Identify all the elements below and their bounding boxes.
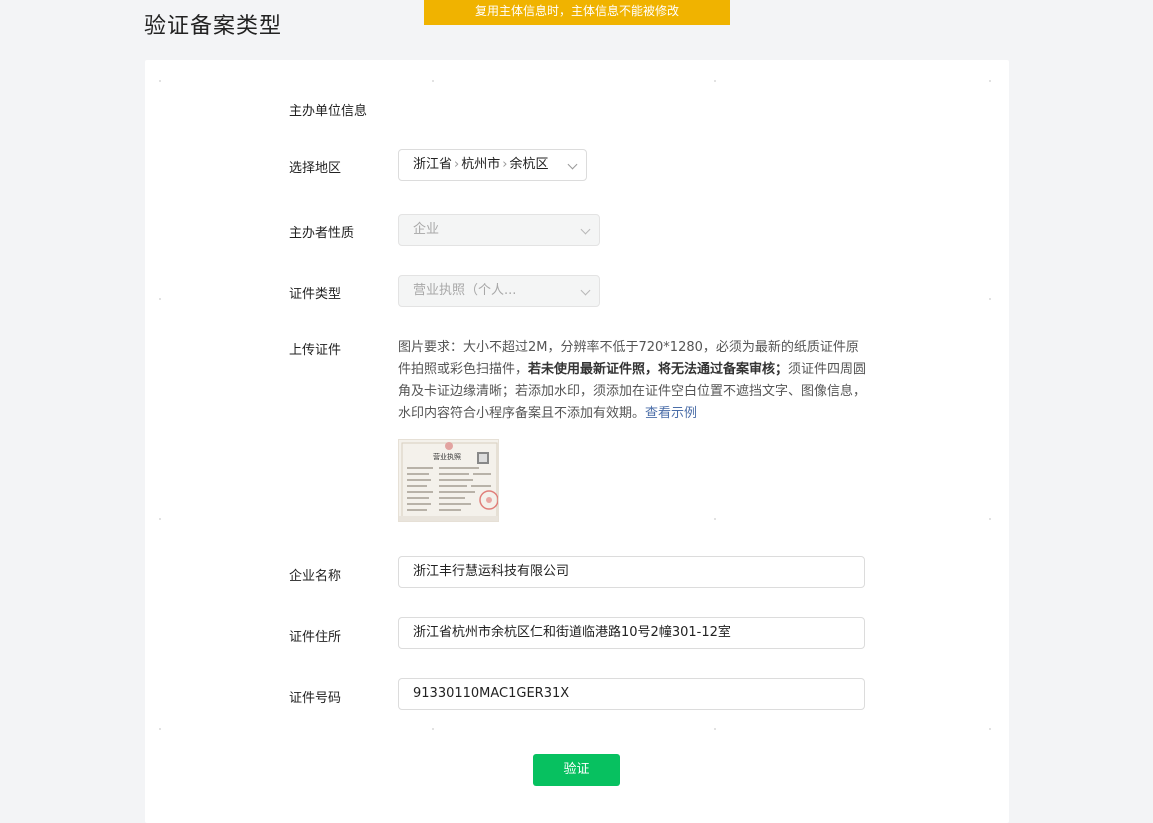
chevron-right-icon: › [502,157,508,172]
chevron-down-icon [580,224,591,235]
decor-dot [159,518,161,520]
decor-dot [714,728,716,730]
cert-type-select[interactable]: 营业执照（个人... [398,275,600,307]
decor-dot [159,298,161,300]
cert-number-input[interactable]: 91330110MAC1GER31X [398,678,865,710]
cert-number-label: 证件号码 [289,691,342,706]
decor-dot [714,80,716,82]
nature-value: 企业 [413,222,440,237]
decor-dot [989,728,991,730]
cert-type-label: 证件类型 [289,287,342,302]
province-value: 浙江省 [413,157,453,172]
verify-button[interactable]: 验证 [533,754,620,786]
decor-dot [432,80,434,82]
region-select[interactable]: 浙江省 › 杭州市 › 余杭区 [398,149,587,181]
section-title: 主办单位信息 [289,104,368,119]
region-label: 选择地区 [289,161,342,176]
form-card: 主办单位信息 选择地区 浙江省 › 杭州市 › 余杭区 主办者性质 企业 证件类型 营业… [145,60,1009,823]
company-name-input[interactable]: 浙江丰行慧运科技有限公司 [398,556,865,588]
chevron-right-icon: › [454,157,460,172]
warning-banner: 复用主体信息时，主体信息不能被修改 [424,0,730,25]
decor-dot [159,728,161,730]
decor-dot [159,80,161,82]
upload-label: 上传证件 [289,343,342,358]
company-name-label: 企业名称 [289,569,342,584]
view-example-link[interactable]: 查看示例 [645,406,697,421]
decor-dot [989,298,991,300]
address-input[interactable]: 浙江省杭州市余杭区仁和街道临港路10号2幢301-12室 [398,617,865,649]
decor-dot [989,518,991,520]
address-label: 证件住所 [289,630,342,645]
city-value: 杭州市 [461,157,501,172]
upload-requirements: 图片要求：大小不超过2M，分辨率不低于720*1280，必须为最新的纸质证件原件… [398,337,868,425]
upload-desc-warning: 若未使用最新证件照，将无法通过备案审核； [528,362,789,377]
decor-dot [432,728,434,730]
decor-dot [714,518,716,520]
license-thumbnail: 营业执照 [399,440,498,521]
nature-select[interactable]: 企业 [398,214,600,246]
license-title: 营业执照 [433,452,461,461]
district-value: 余杭区 [509,157,549,172]
decor-dot [989,80,991,82]
chevron-down-icon [580,285,591,296]
nature-label: 主办者性质 [289,226,355,241]
page-title: 验证备案类型 [144,14,283,39]
chevron-down-icon [567,159,578,170]
cert-type-value: 营业执照（个人... [413,283,517,298]
uploaded-license-image[interactable]: 营业执照 [398,439,499,522]
